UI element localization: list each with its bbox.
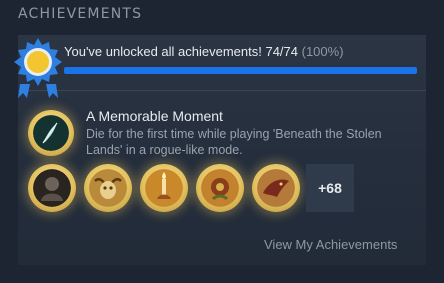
quill-feather-icon [33,115,69,151]
more-achievements-button[interactable]: +68 [306,164,354,212]
flower-creature-icon [201,169,239,207]
armor-helmet-icon [33,169,71,207]
completion-badge-icon [14,38,62,98]
dragon-head-icon [257,169,295,207]
completion-summary: You've unlocked all achievements! 74/74 … [64,44,344,59]
panel-divider [18,90,426,91]
achievement-icon-5[interactable] [252,164,300,212]
achievement-icon-2[interactable] [84,164,132,212]
achievement-icon-1[interactable] [28,164,76,212]
view-my-achievements-link[interactable]: View My Achievements [264,237,397,252]
section-title: ACHIEVEMENTS [18,6,143,22]
candle-hand-icon [145,169,183,207]
completion-progress-fill [64,67,417,74]
featured-achievement-icon[interactable] [28,110,74,156]
featured-achievement-description: Die for the first time while playing 'Be… [86,127,382,157]
goat-skull-icon [89,169,127,207]
completion-progress-bar [64,67,417,74]
completion-text: You've unlocked all achievements! 74/74 [64,44,298,59]
completion-percent: (100%) [301,44,344,59]
featured-achievement-title: A Memorable Moment [86,108,223,124]
achievement-icon-4[interactable] [196,164,244,212]
achievement-icon-3[interactable] [140,164,188,212]
